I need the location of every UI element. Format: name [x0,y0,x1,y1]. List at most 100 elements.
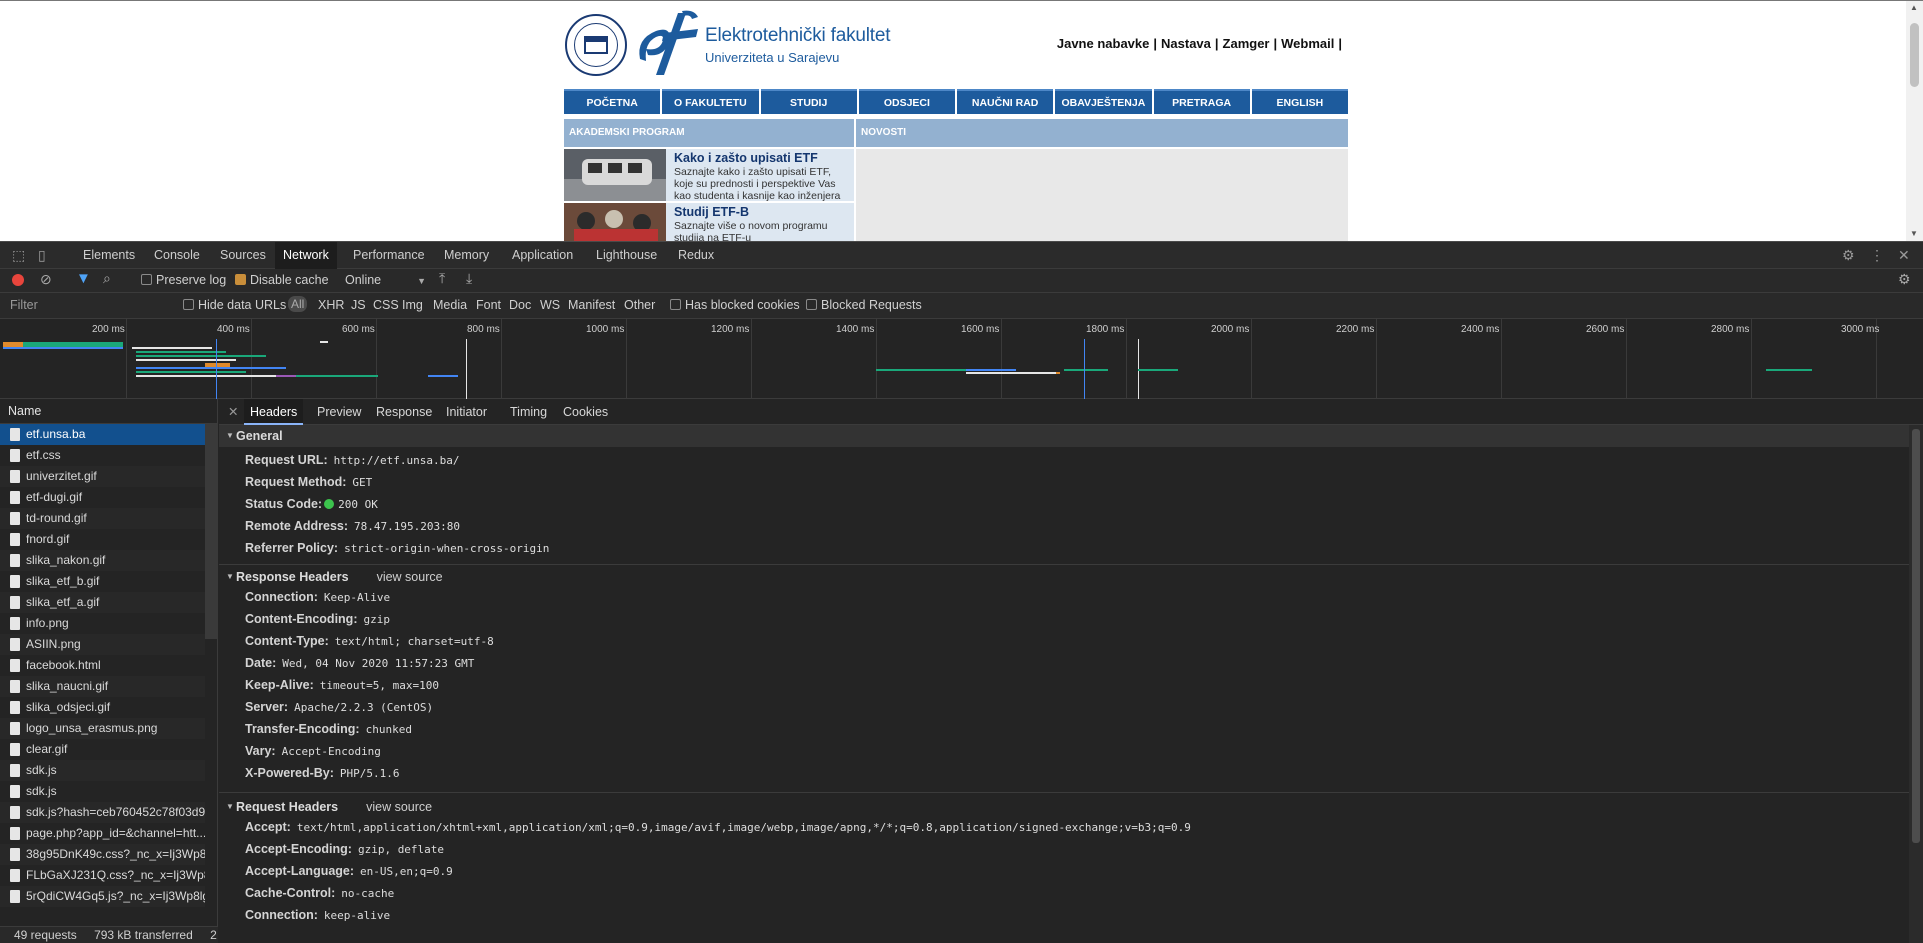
request-row[interactable]: logo_unsa_erasmus.png [0,718,205,739]
nav-studij[interactable]: STUDIJ [760,89,857,114]
request-row[interactable]: 5rQdiCW4Gq5.js?_nc_x=Ij3Wp8lg... [0,886,205,907]
scroll-up-icon[interactable]: ▲ [1910,3,1918,12]
university-seal-logo[interactable] [565,14,627,76]
request-row[interactable]: etf.unsa.ba [0,424,205,445]
nav-o-fakultetu[interactable]: O FAKULTETU [662,89,759,114]
close-detail-icon[interactable]: ✕ [222,399,244,425]
tab-elements[interactable]: Elements [75,242,143,269]
filter-input[interactable]: Filter [10,298,38,312]
tab-preview[interactable]: Preview [311,399,367,425]
import-har-icon[interactable]: ⤒ [439,270,445,287]
request-row[interactable]: sdk.js [0,781,205,802]
has-blocked-cookies-checkbox[interactable]: Has blocked cookies [670,298,800,312]
request-row[interactable]: info.png [0,613,205,634]
request-row[interactable]: univerzitet.gif [0,466,205,487]
tab-timing[interactable]: Timing [504,399,553,425]
nav-english[interactable]: ENGLISH [1251,89,1348,114]
request-row[interactable]: etf.css [0,445,205,466]
request-row[interactable]: 38g95DnK49c.css?_nc_x=Ij3Wp8l... [0,844,205,865]
hide-data-urls-checkbox[interactable]: Hide data URLs [183,298,286,312]
detail-scrollbar[interactable] [1909,425,1923,943]
request-row[interactable]: fnord.gif [0,529,205,550]
type-media[interactable]: Media [433,298,467,312]
request-row[interactable]: sdk.js?hash=ceb760452c78f03d9... [0,802,205,823]
filter-icon[interactable]: ▼ [76,270,91,287]
request-row[interactable]: facebook.html [0,655,205,676]
tab-performance[interactable]: Performance [345,242,433,269]
type-js[interactable]: JS [351,298,366,312]
nav-naucni-rad[interactable]: NAUČNI RAD [957,89,1054,114]
type-manifest[interactable]: Manifest [568,298,615,312]
request-row[interactable]: slika_etf_b.gif [0,571,205,592]
tab-initiator[interactable]: Initiator [440,399,493,425]
record-stop-icon[interactable] [12,274,24,286]
export-har-icon[interactable]: ⤓ [466,270,472,287]
tab-headers[interactable]: Headers [244,399,304,425]
column-header-name[interactable]: Name [0,399,218,424]
request-row[interactable]: slika_nakon.gif [0,550,205,571]
checkbox-icon[interactable] [183,299,194,310]
program-title[interactable]: Studij ETF-B [674,205,749,219]
network-settings-gear-icon[interactable]: ⚙ [1898,271,1911,288]
settings-gear-icon[interactable]: ⚙ [1842,247,1855,264]
search-icon[interactable]: ⌕ [103,270,111,287]
type-doc[interactable]: Doc [509,298,531,312]
checkbox-icon[interactable] [670,299,681,310]
section-response-headers[interactable]: ▼ Response Headers view source [219,566,1909,588]
tab-network[interactable]: Network [275,242,337,269]
request-row[interactable]: sdk.js [0,760,205,781]
clear-icon[interactable]: ⊘ [40,271,52,288]
tab-lighthouse[interactable]: Lighthouse [588,242,665,269]
tab-application[interactable]: Application [504,242,581,269]
link-webmail[interactable]: Webmail [1281,36,1334,51]
request-row[interactable]: slika_odsjeci.gif [0,697,205,718]
tab-memory[interactable]: Memory [436,242,497,269]
type-img[interactable]: Img [402,298,423,312]
program-title[interactable]: Kako i zašto upisati ETF [674,151,818,165]
close-icon[interactable]: ✕ [1898,247,1910,264]
nav-odsjeci[interactable]: ODSJECI [858,89,955,114]
tab-sources[interactable]: Sources [212,242,274,269]
tab-cookies[interactable]: Cookies [557,399,614,425]
program-item[interactable]: Studij ETF-B Saznajte više o novom progr… [564,203,854,241]
inspect-element-icon[interactable]: ⬚ [12,247,25,264]
nav-pocetna[interactable]: POČETNA [564,89,661,114]
section-request-headers[interactable]: ▼ Request Headers view source [219,796,1909,818]
request-row[interactable]: slika_naucni.gif [0,676,205,697]
more-options-icon[interactable]: ⋮ [1870,247,1884,264]
tab-console[interactable]: Console [146,242,208,269]
etf-logo[interactable] [634,9,700,79]
type-other[interactable]: Other [624,298,655,312]
scroll-thumb[interactable] [1912,429,1920,843]
device-toolbar-icon[interactable]: ▯ [38,247,46,264]
tab-redux[interactable]: Redux [670,242,722,269]
blocked-requests-checkbox[interactable]: Blocked Requests [806,298,922,312]
preserve-log-checkbox[interactable]: Preserve log [141,273,226,287]
network-timeline-overview[interactable]: 200 ms 400 ms 600 ms 800 ms 1000 ms 1200… [0,319,1923,399]
checkbox-checked-icon[interactable] [235,274,246,285]
type-font[interactable]: Font [476,298,501,312]
request-row[interactable]: slika_etf_a.gif [0,592,205,613]
link-nastava[interactable]: Nastava [1161,36,1211,51]
section-general[interactable]: ▼ General [219,425,1909,447]
throttling-select[interactable]: Online ▼ [345,273,426,287]
page-scrollbar[interactable]: ▲ ▼ [1906,1,1923,241]
type-all[interactable]: All [288,296,308,312]
request-row[interactable]: etf-dugi.gif [0,487,205,508]
type-css[interactable]: CSS [373,298,399,312]
link-zamger[interactable]: Zamger [1223,36,1270,51]
nav-pretraga[interactable]: PRETRAGA [1153,89,1250,114]
checkbox-icon[interactable] [806,299,817,310]
tab-response[interactable]: Response [370,399,438,425]
request-row[interactable]: clear.gif [0,739,205,760]
type-ws[interactable]: WS [540,298,560,312]
scroll-thumb[interactable] [1910,23,1919,87]
view-source-link[interactable]: view source [377,570,443,584]
request-row[interactable]: td-round.gif [0,508,205,529]
request-row[interactable]: ASIIN.png [0,634,205,655]
type-xhr[interactable]: XHR [318,298,344,312]
nav-obavjestenja[interactable]: OBAVJEŠTENJA [1055,89,1152,114]
link-javne-nabavke[interactable]: Javne nabavke [1057,36,1150,51]
program-item[interactable]: Kako i zašto upisati ETF Saznajte kako i… [564,149,854,202]
view-source-link[interactable]: view source [366,800,432,814]
